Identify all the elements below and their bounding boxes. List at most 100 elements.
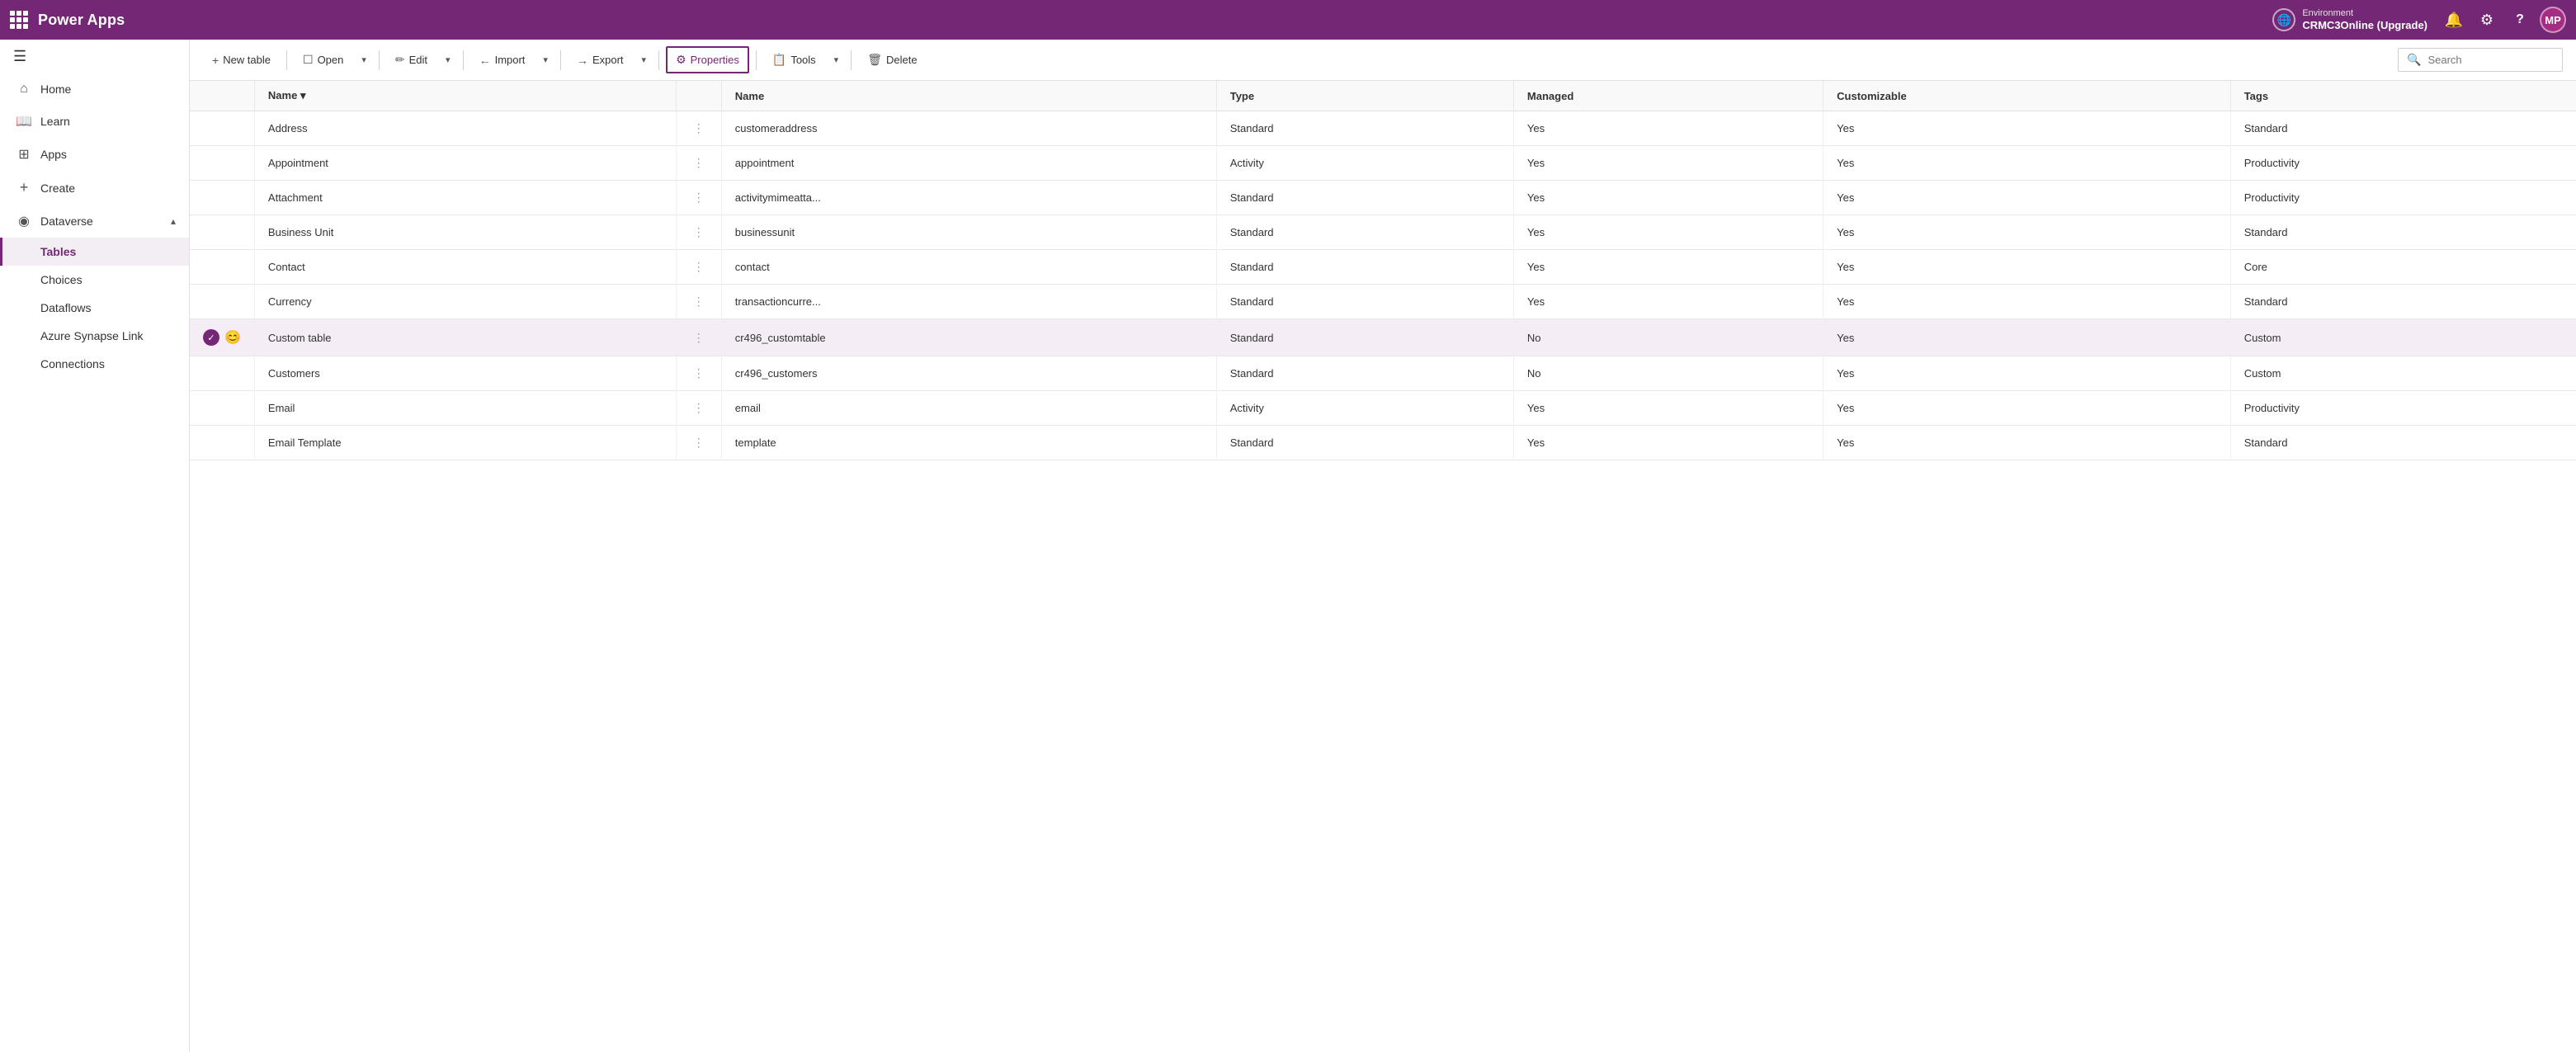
edit-button[interactable]: ✏ Edit xyxy=(386,47,436,73)
sidebar-sub-item-label-tables: Tables xyxy=(40,245,76,258)
row-tags-cell: Standard xyxy=(2230,111,2576,146)
row-managed-cell: Yes xyxy=(1513,181,1823,215)
row-customizable-cell: Yes xyxy=(1823,285,2231,319)
row-tags-cell: Custom xyxy=(2230,319,2576,356)
sidebar-item-label-dataverse: Dataverse xyxy=(40,215,163,228)
row-context-menu[interactable]: ⋮ xyxy=(676,356,721,391)
row-customizable-cell: Yes xyxy=(1823,215,2231,250)
open-button[interactable]: ☐ Open xyxy=(294,47,352,73)
row-customizable-cell: Yes xyxy=(1823,181,2231,215)
table-row[interactable]: Currency⋮transactioncurre...StandardYesY… xyxy=(190,285,2576,319)
row-context-menu[interactable]: ⋮ xyxy=(676,319,721,356)
table-row[interactable]: Business Unit⋮businessunitStandardYesYes… xyxy=(190,215,2576,250)
row-selector-cell xyxy=(190,215,254,250)
import-label: Import xyxy=(495,54,526,66)
row-context-menu[interactable]: ⋮ xyxy=(676,181,721,215)
sidebar-item-azure-synapse-link[interactable]: Azure Synapse Link xyxy=(0,322,189,350)
row-managed-cell: Yes xyxy=(1513,391,1823,426)
new-table-button[interactable]: + New table xyxy=(203,48,280,73)
context-menu-icon[interactable]: ⋮ xyxy=(690,191,708,204)
divider-2 xyxy=(379,50,380,70)
learn-icon: 📖 xyxy=(16,113,32,130)
sidebar-item-choices[interactable]: Choices xyxy=(0,266,189,294)
context-menu-icon[interactable]: ⋮ xyxy=(690,260,708,273)
delete-button[interactable]: 🗑 Delete xyxy=(858,47,926,73)
row-context-menu[interactable]: ⋮ xyxy=(676,215,721,250)
col-header-name[interactable]: Name ▾ xyxy=(254,81,676,111)
sidebar-item-create[interactable]: + Create xyxy=(0,171,189,205)
table-row[interactable]: Address⋮customeraddressStandardYesYesSta… xyxy=(190,111,2576,146)
col-header-tags[interactable]: Tags xyxy=(2230,81,2576,111)
context-menu-icon[interactable]: ⋮ xyxy=(690,225,708,238)
search-icon: 🔍 xyxy=(2407,53,2421,67)
row-selector-cell xyxy=(190,250,254,285)
context-menu-icon[interactable]: ⋮ xyxy=(690,121,708,134)
table-row[interactable]: Email Template⋮templateStandardYesYesSta… xyxy=(190,426,2576,460)
app-name: Power Apps xyxy=(38,12,125,29)
row-selector-cell xyxy=(190,146,254,181)
export-button[interactable]: → Export xyxy=(568,48,633,73)
open-dropdown-button[interactable]: ▾ xyxy=(356,49,372,71)
table-row[interactable]: Appointment⋮appointmentActivityYesYesPro… xyxy=(190,146,2576,181)
sidebar: ☰ ⌂ Home 📖 Learn ⊞ Apps + Create ◉ Datav… xyxy=(0,40,190,1052)
col-header-managed[interactable]: Managed xyxy=(1513,81,1823,111)
col-header-customizable[interactable]: Customizable xyxy=(1823,81,2231,111)
context-menu-icon[interactable]: ⋮ xyxy=(690,331,708,344)
col-header-name-value[interactable]: Name xyxy=(721,81,1216,111)
search-input[interactable] xyxy=(2427,54,2543,66)
context-menu-icon[interactable]: ⋮ xyxy=(690,401,708,414)
row-name-cell: Attachment xyxy=(254,181,676,215)
row-type-cell: Standard xyxy=(1216,319,1513,356)
properties-button[interactable]: ⚙ Properties xyxy=(666,46,749,73)
row-context-menu[interactable]: ⋮ xyxy=(676,285,721,319)
sidebar-item-home[interactable]: ⌂ Home xyxy=(0,73,189,105)
sidebar-item-learn[interactable]: 📖 Learn xyxy=(0,105,189,138)
sidebar-item-connections[interactable]: Connections xyxy=(0,350,189,378)
export-dropdown-button[interactable]: ▾ xyxy=(636,49,653,71)
row-name-value-cell: template xyxy=(721,426,1216,460)
settings-button[interactable]: ⚙ xyxy=(2474,7,2500,33)
import-button[interactable]: ← Import xyxy=(470,48,535,73)
sidebar-item-label-learn: Learn xyxy=(40,115,176,128)
check-circle-icon: ✓ xyxy=(203,329,219,346)
tools-button[interactable]: 📋 Tools xyxy=(763,47,825,73)
col-header-type[interactable]: Type xyxy=(1216,81,1513,111)
row-name-value-cell: cr496_customers xyxy=(721,356,1216,391)
import-dropdown-button[interactable]: ▾ xyxy=(537,49,554,71)
sidebar-toggle-button[interactable]: ☰ xyxy=(0,40,189,73)
row-selector-cell xyxy=(190,426,254,460)
help-button[interactable]: ? xyxy=(2507,7,2533,33)
context-menu-icon[interactable]: ⋮ xyxy=(690,436,708,449)
import-icon: ← xyxy=(479,54,491,67)
table-row[interactable]: Email⋮emailActivityYesYesProductivity xyxy=(190,391,2576,426)
table-row[interactable]: Contact⋮contactStandardYesYesCore xyxy=(190,250,2576,285)
table-row[interactable]: Customers⋮cr496_customersStandardNoYesCu… xyxy=(190,356,2576,391)
waffle-icon[interactable] xyxy=(10,11,28,29)
row-context-menu[interactable]: ⋮ xyxy=(676,250,721,285)
tools-dropdown-button[interactable]: ▾ xyxy=(828,49,845,71)
sidebar-item-dataverse[interactable]: ◉ Dataverse ▴ xyxy=(0,205,189,238)
row-name-value-cell: email xyxy=(721,391,1216,426)
sidebar-item-label-apps: Apps xyxy=(40,148,176,161)
context-menu-icon[interactable]: ⋮ xyxy=(690,295,708,308)
row-context-menu[interactable]: ⋮ xyxy=(676,426,721,460)
avatar[interactable]: MP xyxy=(2540,7,2566,33)
table-row[interactable]: ✓😊Custom table⋮cr496_customtableStandard… xyxy=(190,319,2576,356)
properties-label: Properties xyxy=(691,54,739,66)
row-name-cell: Email Template xyxy=(254,426,676,460)
row-context-menu[interactable]: ⋮ xyxy=(676,391,721,426)
row-type-cell: Standard xyxy=(1216,181,1513,215)
sidebar-item-dataflows[interactable]: Dataflows xyxy=(0,294,189,322)
row-type-cell: Activity xyxy=(1216,146,1513,181)
sidebar-item-apps[interactable]: ⊞ Apps xyxy=(0,138,189,171)
divider-1 xyxy=(286,50,287,70)
table-row[interactable]: Attachment⋮activitymimeatta...StandardYe… xyxy=(190,181,2576,215)
row-context-menu[interactable]: ⋮ xyxy=(676,146,721,181)
sidebar-item-tables[interactable]: Tables xyxy=(0,238,189,266)
environment-info[interactable]: 🌐 Environment CRMC3Online (Upgrade) xyxy=(2272,8,2427,32)
context-menu-icon[interactable]: ⋮ xyxy=(690,156,708,169)
edit-dropdown-button[interactable]: ▾ xyxy=(440,49,456,71)
row-context-menu[interactable]: ⋮ xyxy=(676,111,721,146)
notification-button[interactable]: 🔔 xyxy=(2441,7,2467,33)
context-menu-icon[interactable]: ⋮ xyxy=(690,366,708,380)
